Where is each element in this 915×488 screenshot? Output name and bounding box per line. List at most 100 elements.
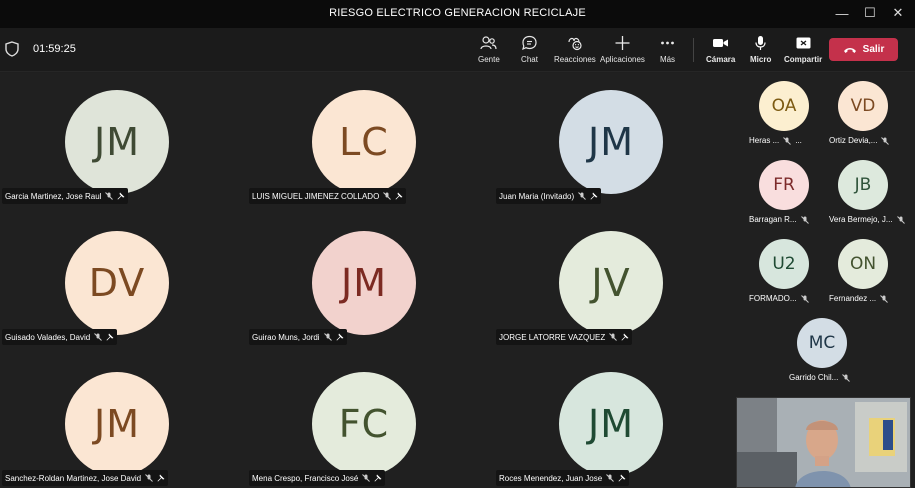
participant-list-item[interactable]: Garrido Chil... — [789, 373, 851, 382]
participant-list-item[interactable]: Vera Bermejo, J... — [829, 215, 905, 224]
more-options-icon[interactable]: ... — [795, 136, 802, 145]
pin-icon[interactable] — [621, 333, 629, 341]
pin-icon[interactable] — [374, 474, 382, 482]
camera-label: Cámara — [706, 55, 736, 64]
participant-avatar-small: JB — [838, 160, 888, 210]
pin-icon[interactable] — [395, 192, 403, 200]
participant-avatar: DV — [65, 231, 169, 335]
reactions-icon — [568, 37, 583, 51]
people-button[interactable]: Gente — [478, 35, 500, 67]
participant-name: LUIS MIGUEL JIMENEZ COLLADO — [252, 191, 380, 201]
participant-avatar: LC — [312, 90, 416, 194]
minimize-icon[interactable]: — — [827, 2, 857, 24]
share-button[interactable]: Compartir — [784, 35, 822, 67]
meeting-timer: 01:59:25 — [33, 43, 76, 55]
mic-muted-icon — [383, 192, 392, 200]
participant-nametag[interactable]: LUIS MIGUEL JIMENEZ COLLADO — [249, 188, 407, 204]
chat-button[interactable]: Chat — [521, 35, 538, 67]
more-label: Más — [659, 55, 676, 64]
reactions-button[interactable]: Reacciones — [554, 35, 596, 67]
more-button[interactable]: Más — [659, 35, 676, 67]
share-icon — [796, 37, 811, 49]
people-label: Gente — [478, 55, 500, 64]
mic-label: Micro — [750, 55, 772, 64]
title-bar: RIESGO ELECTRICO GENERACION RECICLAJE — … — [0, 0, 915, 28]
participant-name: Roces Menendez, Juan Jose — [499, 473, 603, 483]
participant-avatar: JM — [65, 90, 169, 194]
participant-nametag[interactable]: Juan Maria (Invitado) — [496, 188, 602, 204]
mic-muted-icon — [578, 192, 587, 200]
participant-nametag[interactable]: Roces Menendez, Juan Jose — [496, 470, 630, 486]
participant-list-item[interactable]: FORMADO... — [749, 294, 809, 303]
participant-name: Garcia Martinez, Jose Raul — [5, 191, 102, 201]
participant-nametag[interactable]: Guisado Valades, David — [2, 329, 118, 345]
mic-muted-icon — [842, 373, 851, 382]
participant-name: Vera Bermejo, J... — [829, 215, 893, 224]
chat-icon — [522, 35, 537, 51]
mic-muted-icon — [783, 136, 792, 145]
participant-avatar: JV — [559, 231, 663, 335]
participant-avatar: JM — [559, 372, 663, 476]
participant-avatar-small: ON — [838, 239, 888, 289]
participant-name: Garrido Chil... — [789, 373, 839, 382]
participant-name: Sanchez-Roldan Martinez, Jose David — [5, 473, 142, 483]
more-icon — [661, 41, 674, 45]
participant-avatar-small: MC — [797, 318, 847, 368]
participant-list-item[interactable]: Barragan R... — [749, 215, 809, 224]
camera-button[interactable]: Cámara — [706, 35, 735, 67]
close-icon[interactable]: ✕ — [883, 2, 913, 24]
leave-button[interactable]: Salir — [829, 38, 898, 61]
maximize-icon[interactable]: ☐ — [855, 2, 885, 24]
participant-list-item[interactable]: Ortiz Devia,... — [829, 136, 890, 145]
participant-name: Barragan R... — [749, 215, 797, 224]
mic-muted-icon — [362, 474, 371, 482]
participant-avatar: JM — [65, 372, 169, 476]
participant-nametag[interactable]: Mena Crespo, Francisco José — [249, 470, 386, 486]
reactions-label: Reacciones — [554, 55, 596, 64]
participant-avatar-small: FR — [759, 160, 809, 210]
pin-icon[interactable] — [336, 333, 344, 341]
pin-icon[interactable] — [157, 474, 165, 482]
participant-name: FORMADO... — [749, 294, 797, 303]
leave-label: Salir — [862, 44, 885, 55]
participant-avatar-small: VD — [838, 81, 888, 131]
mic-muted-icon — [323, 333, 332, 341]
self-video-image — [737, 398, 910, 487]
participant-nametag[interactable]: JORGE LATORRE VAZQUEZ — [496, 329, 633, 345]
participant-name: Fernandez ... — [829, 294, 877, 303]
apps-button[interactable]: Aplicaciones — [600, 35, 645, 67]
mic-muted-icon — [145, 474, 153, 482]
mic-muted-icon — [105, 192, 114, 200]
participant-avatar-small: U2 — [759, 239, 809, 289]
participant-nametag[interactable]: Guirao Muns, Jordi — [249, 329, 347, 345]
participant-list-item[interactable]: Heras ...... — [749, 136, 802, 145]
participant-nametag[interactable]: Garcia Martinez, Jose Raul — [2, 188, 129, 204]
toolbar-divider — [693, 38, 694, 62]
shield-icon — [5, 41, 19, 57]
mic-muted-icon — [94, 333, 103, 341]
pin-icon[interactable] — [106, 333, 114, 341]
camera-icon — [713, 39, 729, 47]
participant-avatar: JM — [312, 231, 416, 335]
share-label: Compartir — [784, 55, 823, 64]
participant-nametag[interactable]: Sanchez-Roldan Martinez, Jose David — [2, 470, 169, 486]
participant-avatar: JM — [559, 90, 663, 194]
window-title: RIESGO ELECTRICO GENERACION RECICLAJE — [329, 7, 586, 19]
participant-name: Heras ... — [749, 136, 780, 145]
mic-muted-icon — [800, 215, 809, 224]
participant-name: Guirao Muns, Jordi — [252, 332, 320, 342]
meeting-toolbar: 01:59:25 Gente Chat Reacciones Aplicacio… — [0, 28, 915, 72]
pin-icon[interactable] — [117, 192, 125, 200]
plus-icon — [615, 36, 630, 50]
self-video[interactable] — [736, 397, 911, 488]
participant-name: Mena Crespo, Francisco José — [252, 473, 359, 483]
mic-muted-icon — [896, 215, 905, 224]
participant-avatar-small: OA — [759, 81, 809, 131]
apps-label: Aplicaciones — [600, 55, 645, 64]
pin-icon[interactable] — [590, 192, 598, 200]
mic-button[interactable]: Micro — [750, 35, 771, 67]
mic-muted-icon — [800, 294, 809, 303]
microphone-icon — [755, 36, 766, 50]
pin-icon[interactable] — [618, 474, 626, 482]
participant-list-item[interactable]: Fernandez ... — [829, 294, 888, 303]
